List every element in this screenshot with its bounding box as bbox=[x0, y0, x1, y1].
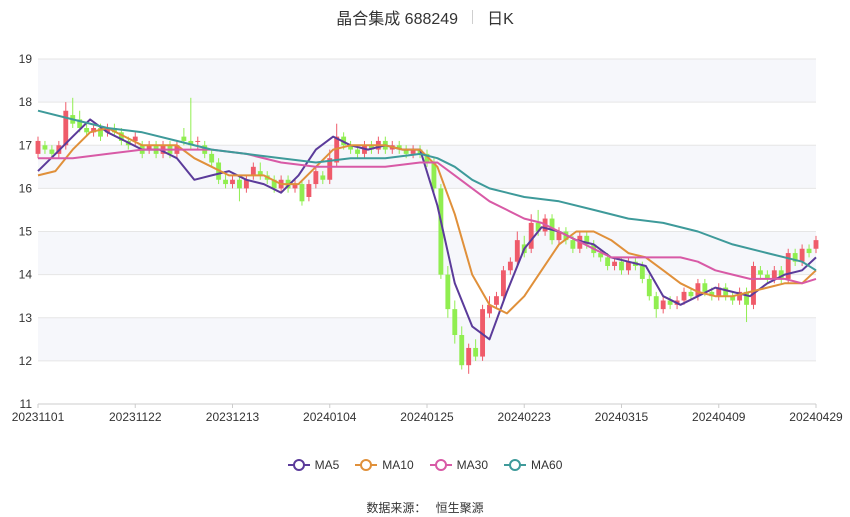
legend-item-ma30[interactable]: MA30 bbox=[429, 458, 489, 472]
candle-body bbox=[771, 270, 777, 279]
candle-body bbox=[195, 140, 201, 142]
y-tick-label: 15 bbox=[19, 225, 33, 239]
candle-body bbox=[494, 296, 499, 305]
x-tick-label: 20231213 bbox=[206, 410, 260, 424]
legend-label: MA10 bbox=[382, 458, 414, 472]
y-tick-label: 13 bbox=[19, 311, 33, 325]
candle-body bbox=[751, 266, 756, 305]
candle-body bbox=[799, 248, 805, 262]
x-tick-label: 20240409 bbox=[692, 410, 746, 424]
candle-body bbox=[806, 248, 812, 254]
candle-body bbox=[681, 291, 687, 301]
candle-body bbox=[605, 257, 611, 266]
legend-label: MA5 bbox=[314, 458, 340, 472]
x-tick-label: 20231122 bbox=[109, 410, 162, 424]
candle-body bbox=[459, 335, 465, 366]
grid-band bbox=[38, 317, 816, 361]
candle-body bbox=[42, 145, 48, 150]
legend-swatch-icon bbox=[355, 459, 378, 471]
grid-band bbox=[38, 231, 816, 275]
legend-item-ma10[interactable]: MA10 bbox=[355, 458, 414, 472]
candle-body bbox=[445, 274, 451, 310]
candle-body bbox=[813, 240, 819, 249]
candle-body bbox=[660, 300, 666, 310]
candle-body bbox=[223, 179, 228, 185]
x-tick-label: 20240104 bbox=[303, 410, 357, 424]
x-tick-label: 20240125 bbox=[400, 410, 454, 424]
data-source: 数据来源： 恒生聚源 bbox=[0, 499, 850, 516]
kline-chart[interactable]: 11 12 13 14 15 16 17 18 19 20231101 20231122 202312… bbox=[0, 0, 850, 450]
candle-body bbox=[237, 179, 242, 189]
candle-body bbox=[230, 179, 235, 185]
source-label: 数据来源： bbox=[366, 501, 427, 515]
y-tick-label: 11 bbox=[20, 397, 33, 411]
candle-body bbox=[313, 171, 319, 185]
candle-body bbox=[639, 266, 645, 279]
candle-body bbox=[320, 175, 326, 180]
candle-body bbox=[570, 240, 576, 249]
y-tick-label: 17 bbox=[19, 138, 33, 152]
candle-body bbox=[514, 240, 520, 262]
candle-body bbox=[250, 166, 256, 176]
legend-swatch-icon bbox=[504, 459, 527, 471]
x-tick-label: 20231101 bbox=[12, 410, 65, 424]
legend-swatch-icon bbox=[287, 459, 310, 471]
candle-body bbox=[619, 261, 624, 271]
legend-item-ma5[interactable]: MA5 bbox=[287, 458, 340, 472]
candle-body bbox=[35, 140, 41, 154]
candle-body bbox=[500, 270, 506, 297]
source-name: 恒生聚源 bbox=[435, 501, 484, 515]
candle-body bbox=[757, 270, 763, 275]
legend-swatch-icon bbox=[429, 459, 452, 471]
candle-body bbox=[688, 291, 694, 297]
candle-body bbox=[84, 128, 90, 133]
candle-body bbox=[702, 283, 708, 292]
x-tick-label: 20240223 bbox=[498, 410, 552, 424]
chart-legend: MA5 MA10 MA30 MA60 bbox=[0, 458, 850, 472]
candle-body bbox=[646, 278, 652, 297]
candle-body bbox=[528, 222, 534, 249]
grid-band bbox=[38, 59, 816, 103]
candle-body bbox=[473, 347, 479, 357]
candle-body bbox=[49, 149, 55, 154]
y-tick-label: 16 bbox=[19, 181, 33, 195]
candle-body bbox=[299, 184, 305, 202]
candle-body bbox=[181, 136, 187, 141]
candle-body bbox=[466, 347, 472, 366]
candle-body bbox=[355, 149, 360, 154]
candle-body bbox=[306, 184, 312, 197]
candle-body bbox=[653, 296, 659, 310]
candle-body bbox=[452, 309, 458, 335]
candle-body bbox=[612, 261, 617, 266]
y-tick-label: 18 bbox=[19, 95, 33, 109]
legend-label: MA60 bbox=[531, 458, 563, 472]
candle-body bbox=[507, 261, 513, 271]
y-tick-label: 19 bbox=[19, 52, 33, 66]
legend-item-ma60[interactable]: MA60 bbox=[504, 458, 562, 472]
y-tick-label: 14 bbox=[19, 268, 33, 282]
y-tick-label: 12 bbox=[19, 354, 33, 368]
x-tick-label: 20240429 bbox=[789, 410, 843, 424]
x-tick-label: 20240315 bbox=[595, 410, 649, 424]
candle-body bbox=[209, 153, 215, 163]
legend-label: MA30 bbox=[456, 458, 489, 472]
candle-body bbox=[63, 110, 69, 146]
